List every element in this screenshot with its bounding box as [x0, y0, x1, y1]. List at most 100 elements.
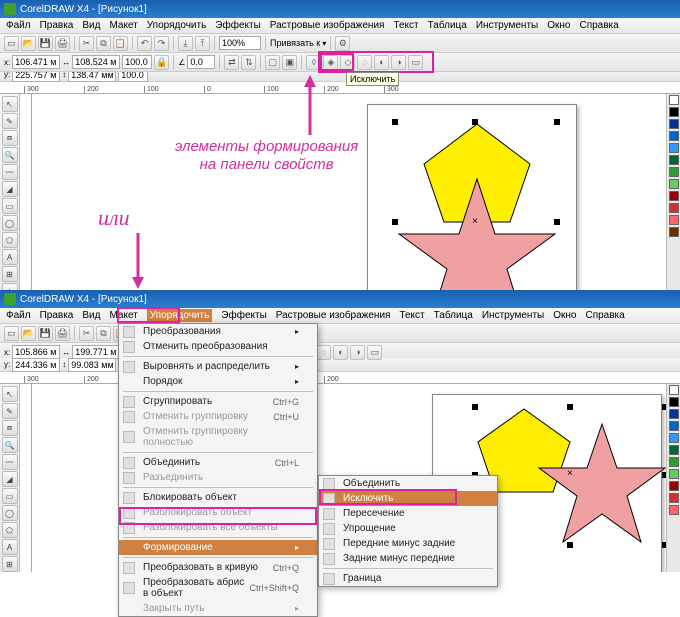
swatch[interactable] [669, 457, 679, 467]
selection-handle[interactable] [392, 219, 398, 225]
pick-tool-icon[interactable]: ↖ [2, 96, 18, 112]
text-tool-icon[interactable]: A [2, 249, 18, 265]
polygon-tool-icon[interactable]: ⬠ [2, 522, 18, 538]
scale-x[interactable] [122, 55, 152, 69]
print-icon[interactable]: 🖨 [55, 326, 70, 341]
back-minus-front-icon[interactable]: ◑ [350, 345, 365, 360]
submenu-intersect[interactable]: Пересечение [319, 506, 497, 521]
selection-handle[interactable] [662, 542, 666, 548]
swatch[interactable] [669, 409, 679, 419]
swatch[interactable] [669, 107, 679, 117]
menu-view[interactable]: Вид [82, 20, 100, 31]
submenu-simplify[interactable]: Упрощение [319, 521, 497, 536]
mirror-v-icon[interactable]: ⇅ [241, 55, 256, 70]
selection-handle[interactable] [662, 472, 666, 478]
menu-help[interactable]: Справка [579, 20, 618, 31]
swatch[interactable] [669, 397, 679, 407]
open-icon[interactable]: 📂 [21, 326, 36, 341]
size-w[interactable] [72, 55, 120, 69]
table-tool-icon[interactable]: ⊞ [2, 556, 18, 572]
rotation[interactable] [187, 55, 215, 69]
menu-tools[interactable]: Инструменты [476, 20, 538, 31]
shape-tool-icon[interactable]: ✎ [2, 403, 18, 419]
swatch[interactable] [669, 481, 679, 491]
crop-tool-icon[interactable]: ⧈ [2, 130, 18, 146]
freehand-tool-icon[interactable]: 〰 [2, 164, 18, 180]
freehand-tool-icon[interactable]: 〰 [2, 454, 18, 470]
new-icon[interactable]: ▭ [4, 36, 19, 51]
menu-bitmaps[interactable]: Растровые изображения [270, 20, 385, 31]
menu-item-transformations[interactable]: Преобразования [119, 324, 317, 339]
menu-help[interactable]: Справка [585, 310, 624, 321]
color-palette-bottom[interactable] [666, 384, 680, 572]
star-shape[interactable] [537, 424, 666, 544]
swatch[interactable] [669, 95, 679, 105]
menu-item-align[interactable]: Выровнять и распределить [119, 359, 317, 374]
crop-tool-icon[interactable]: ⧈ [2, 420, 18, 436]
menu-layout[interactable]: Макет [109, 20, 137, 31]
menu-item-clear-transform[interactable]: Отменить преобразования [119, 339, 317, 354]
menu-text[interactable]: Текст [399, 310, 424, 321]
front-minus-back-icon[interactable]: ◐ [333, 345, 348, 360]
zoom-tool-icon[interactable]: 🔍 [2, 147, 18, 163]
menu-table[interactable]: Таблица [428, 20, 467, 31]
selection-handle[interactable] [554, 119, 560, 125]
menu-window[interactable]: Окно [547, 20, 570, 31]
copy-icon[interactable]: ⧉ [96, 36, 111, 51]
zoom-field[interactable] [219, 36, 261, 50]
front-minus-back-icon[interactable]: ◐ [374, 55, 389, 70]
menu-text[interactable]: Текст [393, 20, 418, 31]
menu-item-group[interactable]: СгруппироватьCtrl+G [119, 394, 317, 409]
cut-icon[interactable]: ✂ [79, 36, 94, 51]
selection-handle[interactable] [567, 542, 573, 548]
selection-handle[interactable] [662, 404, 666, 410]
snap-label[interactable]: Привязать к [270, 38, 320, 48]
mirror-h-icon[interactable]: ⇄ [224, 55, 239, 70]
swatch[interactable] [669, 445, 679, 455]
smartfill-tool-icon[interactable]: ◢ [2, 181, 18, 197]
new-icon[interactable]: ▭ [4, 326, 19, 341]
undo-icon[interactable]: ↶ [137, 36, 152, 51]
menubar-bottom[interactable]: Файл Правка Вид Макет Упорядочить Эффект… [0, 308, 680, 324]
boundary-icon[interactable]: ▭ [408, 55, 423, 70]
text-tool-icon[interactable]: A [2, 539, 18, 555]
swatch[interactable] [669, 385, 679, 395]
selection-handle[interactable] [472, 404, 478, 410]
front-icon[interactable]: ▢ [265, 55, 280, 70]
rectangle-tool-icon[interactable]: ▭ [2, 198, 18, 214]
menu-item-lock[interactable]: Блокировать объект [119, 490, 317, 505]
shaping-submenu[interactable]: Объединить Исключить Пересечение Упрощен… [318, 475, 498, 587]
selection-handle[interactable] [554, 219, 560, 225]
menu-edit[interactable]: Правка [40, 310, 74, 321]
save-icon[interactable]: 💾 [38, 36, 53, 51]
menu-item-shaping[interactable]: Формирование [119, 540, 317, 555]
swatch[interactable] [669, 227, 679, 237]
menu-layout[interactable]: Макет [109, 310, 137, 321]
save-icon[interactable]: 💾 [38, 326, 53, 341]
back-minus-front-icon[interactable]: ◑ [391, 55, 406, 70]
swatch[interactable] [669, 131, 679, 141]
swatch[interactable] [669, 179, 679, 189]
smartfill-tool-icon[interactable]: ◢ [2, 471, 18, 487]
copy-icon[interactable]: ⧉ [96, 326, 111, 341]
ellipse-tool-icon[interactable]: ◯ [2, 215, 18, 231]
menubar-top[interactable]: Файл Правка Вид Макет Упорядочить Эффект… [0, 18, 680, 34]
submenu-trim[interactable]: Исключить [319, 491, 497, 506]
swatch[interactable] [669, 167, 679, 177]
selection-handle[interactable] [392, 119, 398, 125]
menu-file[interactable]: Файл [6, 20, 31, 31]
menu-arrange[interactable]: Упорядочить [147, 309, 213, 322]
menu-arrange[interactable]: Упорядочить [147, 20, 207, 31]
boundary-icon[interactable]: ▭ [367, 345, 382, 360]
menu-effects[interactable]: Эффекты [221, 310, 266, 321]
open-icon[interactable]: 📂 [21, 36, 36, 51]
ellipse-tool-icon[interactable]: ◯ [2, 505, 18, 521]
polygon-tool-icon[interactable]: ⬠ [2, 232, 18, 248]
trim-icon[interactable]: ◈ [323, 55, 338, 70]
pick-tool-icon[interactable]: ↖ [2, 386, 18, 402]
swatch[interactable] [669, 505, 679, 515]
menu-window[interactable]: Окно [553, 310, 576, 321]
pos-y[interactable] [12, 358, 60, 372]
color-palette-top[interactable] [666, 94, 680, 302]
rectangle-tool-icon[interactable]: ▭ [2, 488, 18, 504]
